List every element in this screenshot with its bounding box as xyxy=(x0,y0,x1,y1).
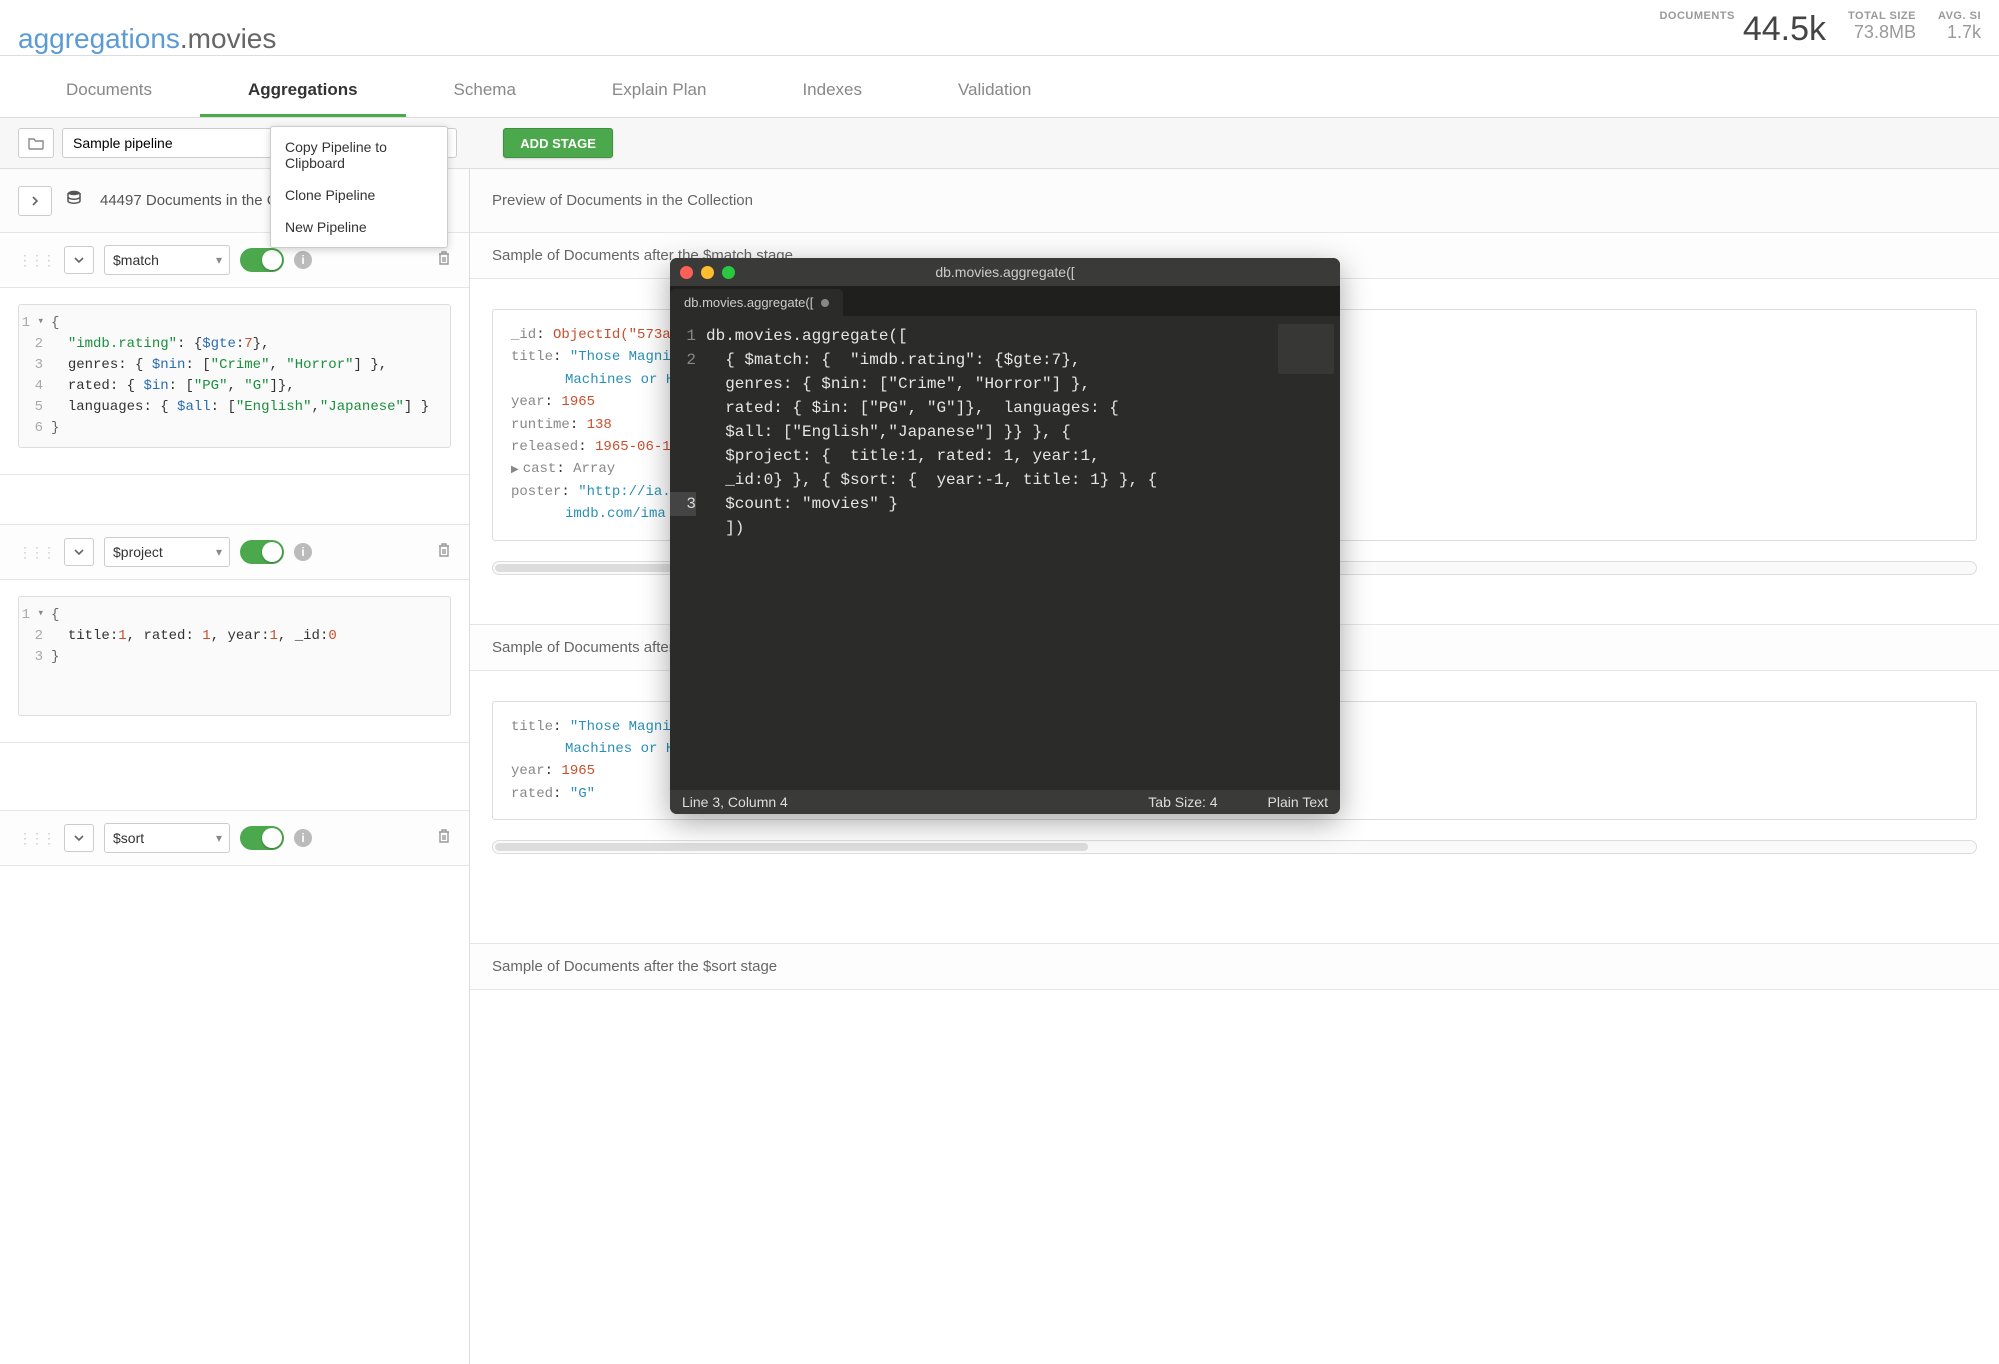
total-size-value: 73.8MB xyxy=(1848,22,1916,43)
database-icon xyxy=(66,190,82,211)
documents-label: DOCUMENTS xyxy=(1659,10,1734,22)
tab-schema[interactable]: Schema xyxy=(406,70,564,117)
stage-body: 1 ▾23 { title:1, rated: 1, year:1, _id:0… xyxy=(0,580,469,743)
menu-item-new-pipeline[interactable]: New Pipeline xyxy=(271,211,447,243)
tab-documents[interactable]: Documents xyxy=(18,70,200,117)
editor-tab[interactable]: db.movies.aggregate([ xyxy=(670,289,843,316)
stage-enabled-toggle[interactable] xyxy=(240,248,284,272)
sample-header: Sample of Documents after the $sort stag… xyxy=(470,944,1999,990)
editor-body[interactable]: 123 db.movies.aggregate([ { $match: { "i… xyxy=(670,316,1340,790)
stage-body: 1 ▾23456 { "imdb.rating": {$gte:7}, genr… xyxy=(0,288,469,475)
pipeline-name-input[interactable] xyxy=(62,128,278,158)
delete-stage-button[interactable] xyxy=(437,828,451,849)
folder-icon xyxy=(28,136,44,150)
info-icon[interactable]: i xyxy=(294,251,312,269)
code-content[interactable]: { title:1, rated: 1, year:1, _id:0 } xyxy=(51,605,450,707)
preview-header: Preview of Documents in the Collection xyxy=(470,169,1999,233)
documents-value: 44.5k xyxy=(1743,10,1826,49)
delete-stage-button[interactable] xyxy=(437,542,451,563)
stage-operator-select[interactable]: $project xyxy=(104,537,230,567)
tab-aggregations[interactable]: Aggregations xyxy=(200,70,406,117)
menu-item-clone-pipeline[interactable]: Clone Pipeline xyxy=(271,179,447,211)
text-editor-window[interactable]: db.movies.aggregate([ db.movies.aggregat… xyxy=(670,258,1340,814)
cursor-position: Line 3, Column 4 xyxy=(682,794,788,810)
collapse-stage-button[interactable] xyxy=(64,538,94,566)
trash-icon xyxy=(437,542,451,558)
expand-documents-button[interactable] xyxy=(18,186,52,216)
collection-tabs: DocumentsAggregationsSchemaExplain PlanI… xyxy=(0,56,1999,118)
breadcrumb-collection: .movies xyxy=(180,23,276,54)
drag-handle-icon[interactable]: ⋮⋮⋮ xyxy=(18,252,54,269)
stage-operator-select[interactable]: $sort xyxy=(104,823,230,853)
tab-explain-plan[interactable]: Explain Plan xyxy=(564,70,755,117)
code-content[interactable]: { "imdb.rating": {$gte:7}, genres: { $ni… xyxy=(51,313,450,439)
code-gutter: 1 ▾23456 xyxy=(19,313,51,439)
stages-column: 44497 Documents in the Co ⋮⋮⋮ $match i 1… xyxy=(0,169,470,1364)
pipeline-menu-dropdown: Copy Pipeline to ClipboardClone Pipeline… xyxy=(270,126,448,248)
window-title: db.movies.aggregate([ xyxy=(670,264,1340,280)
syntax-mode[interactable]: Plain Text xyxy=(1268,794,1328,810)
drag-handle-icon[interactable]: ⋮⋮⋮ xyxy=(18,544,54,561)
info-icon[interactable]: i xyxy=(294,829,312,847)
chevron-down-icon xyxy=(74,549,84,556)
trash-icon xyxy=(437,250,451,266)
stage-operator-select[interactable]: $match xyxy=(104,245,230,275)
chevron-down-icon xyxy=(74,257,84,264)
menu-item-copy-pipeline-to-clipboard[interactable]: Copy Pipeline to Clipboard xyxy=(271,131,447,179)
editor-statusbar: Line 3, Column 4 Tab Size: 4 Plain Text xyxy=(670,790,1340,814)
minimap[interactable] xyxy=(1278,324,1334,374)
editor-gutter: 123 xyxy=(670,324,706,782)
window-titlebar[interactable]: db.movies.aggregate([ xyxy=(670,258,1340,286)
stage-code-editor[interactable]: 1 ▾23456 { "imdb.rating": {$gte:7}, genr… xyxy=(18,304,451,448)
info-icon[interactable]: i xyxy=(294,543,312,561)
documents-count-text: 44497 Documents in the Co xyxy=(100,192,286,209)
editor-code[interactable]: db.movies.aggregate([ { $match: { "imdb.… xyxy=(706,324,1340,782)
editor-tab-label: db.movies.aggregate([ xyxy=(684,295,813,310)
horizontal-scrollbar[interactable] xyxy=(492,840,1977,854)
collapse-stage-button[interactable] xyxy=(64,824,94,852)
tab-indexes[interactable]: Indexes xyxy=(754,70,910,117)
tab-validation[interactable]: Validation xyxy=(910,70,1079,117)
chevron-right-icon xyxy=(31,196,39,206)
avg-size-label: AVG. SI xyxy=(1938,10,1981,22)
total-size-label: TOTAL SIZE xyxy=(1848,10,1916,22)
stage-header: ⋮⋮⋮ $project i xyxy=(0,525,469,580)
collapse-stage-button[interactable] xyxy=(64,246,94,274)
code-gutter: 1 ▾23 xyxy=(19,605,51,707)
stage-header: ⋮⋮⋮ $sort i xyxy=(0,811,469,866)
delete-stage-button[interactable] xyxy=(437,250,451,271)
unsaved-indicator-icon xyxy=(821,299,829,307)
stage-enabled-toggle[interactable] xyxy=(240,540,284,564)
trash-icon xyxy=(437,828,451,844)
add-stage-button[interactable]: ADD STAGE xyxy=(503,128,613,158)
tab-size[interactable]: Tab Size: 4 xyxy=(1148,794,1217,810)
open-pipeline-button[interactable] xyxy=(18,128,54,158)
drag-handle-icon[interactable]: ⋮⋮⋮ xyxy=(18,830,54,847)
editor-tabbar: db.movies.aggregate([ xyxy=(670,286,1340,316)
chevron-down-icon xyxy=(74,835,84,842)
breadcrumb: aggregations.movies xyxy=(18,23,1659,55)
breadcrumb-db[interactable]: aggregations xyxy=(18,23,180,54)
collection-stats: DOCUMENTS 44.5k TOTAL SIZE 73.8MB AVG. S… xyxy=(1659,10,1981,49)
stage-code-editor[interactable]: 1 ▾23 { title:1, rated: 1, year:1, _id:0… xyxy=(18,596,451,716)
avg-size-value: 1.7k xyxy=(1938,22,1981,43)
header: aggregations.movies DOCUMENTS 44.5k TOTA… xyxy=(0,0,1999,56)
stage-enabled-toggle[interactable] xyxy=(240,826,284,850)
